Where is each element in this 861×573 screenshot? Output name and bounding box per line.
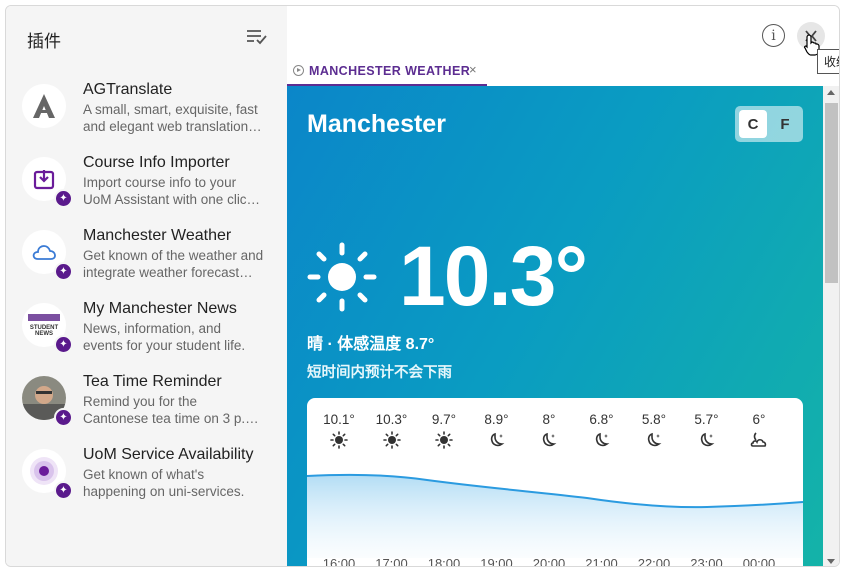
plugin-item[interactable]: ✦ Manchester Weather Get known of the weat… (6, 227, 287, 303)
plugin-description-line: Cantonese tea time on 3 p.… (83, 411, 259, 426)
plugin-window: 插件 AGTranslate A small, smart, exquisite,… (5, 5, 840, 567)
plugin-description: News, information, and events for your st… (83, 320, 273, 354)
hour-temperature: 5.7° (694, 412, 719, 427)
plugin-description-line: and elegant web translation… (83, 119, 262, 134)
sparkle-badge-icon: ✦ (54, 335, 73, 354)
hour-temperature: 10.1° (323, 412, 355, 427)
hour-time: 20:00 (532, 556, 566, 567)
unit-fahrenheit-button[interactable]: F (771, 110, 799, 138)
hour-temperature: 6° (752, 412, 766, 427)
sidebar-title: 插件 (27, 32, 61, 51)
hour-temperature: 10.3° (375, 412, 408, 427)
sparkle-badge-icon: ✦ (54, 262, 73, 281)
hour-time: 17:00 (375, 556, 408, 567)
hour-temperature: 9.7° (431, 412, 457, 427)
hour-temperature: 5.8° (641, 412, 667, 427)
sparkle-badge-icon: ✦ (54, 189, 73, 208)
hour-item: 5.8° 22:00 (628, 412, 680, 566)
hour-item: 8° 20:00 (523, 412, 575, 566)
plugin-description-line: UoM Assistant with one clic… (83, 192, 261, 207)
tab-close-icon[interactable]: × (469, 62, 477, 77)
moon-star-icon (681, 431, 733, 451)
plugin-description-line: Get known of what's (83, 467, 205, 482)
hour-time: 00:00 (742, 556, 776, 567)
letter-a-icon (22, 84, 66, 128)
plugin-name: Manchester Weather (83, 227, 232, 244)
hour-time: 21:00 (585, 556, 618, 567)
list-check-icon[interactable] (246, 28, 268, 46)
moon-star-icon (628, 431, 680, 451)
sparkle-badge-icon: ✦ (54, 481, 73, 500)
hour-time: 22:00 (637, 556, 671, 567)
hour-time: 19:00 (480, 556, 513, 567)
unit-celsius-button[interactable]: C (739, 110, 767, 138)
hour-temperature: 6.8° (589, 412, 614, 427)
sun-icon (366, 431, 418, 451)
plugin-item[interactable]: ✦ UoM Service Availability Get known of wh… (6, 446, 287, 522)
city-name: Manchester (307, 110, 446, 138)
current-temperature: 10.3° (399, 229, 588, 323)
plugin-description: Get known of what's happening on uni-serv… (83, 466, 273, 500)
rain-forecast-note: 短时间内预计不会下雨 (307, 365, 452, 381)
play-icon (293, 65, 304, 76)
hourly-forecast[interactable]: 10.1° 16:00 10.3° 17:00 9.7° 18:00 8.9° 19:00 8°… (307, 398, 803, 566)
plugin-description: Get known of the weather and integrate we… (83, 247, 273, 281)
plugin-name: My Manchester News (83, 300, 237, 317)
moon-star-icon (471, 431, 523, 451)
plugin-description: A small, smart, exquisite, fast and elega… (83, 101, 273, 135)
collapse-tooltip: 收缩 (817, 49, 839, 74)
sun-icon (307, 242, 377, 312)
plugin-sidebar: 插件 AGTranslate A small, smart, exquisite,… (6, 6, 287, 566)
plugin-name: Course Info Importer (83, 154, 230, 171)
hour-time: 18:00 (427, 556, 461, 567)
hour-item: 8.9° 19:00 (471, 412, 523, 566)
unit-toggle: C F (735, 106, 803, 142)
hour-item: 10.3° 17:00 (366, 412, 418, 566)
moon-star-icon (523, 431, 575, 451)
hour-item: 6° 00:00 (733, 412, 785, 566)
moon-cloud-icon (733, 431, 785, 451)
tab-label: MANCHESTER WEATHER (309, 64, 471, 78)
weather-card: Manchester C F 10.3° 晴 · 体感温度 8.7° 短时间内预… (287, 86, 823, 566)
plugin-description: Import course info to your UoM Assistant … (83, 174, 273, 208)
plugin-item[interactable]: ✦ Tea Time Reminder Remind you for the Cant… (6, 373, 287, 449)
scroll-up-icon[interactable] (827, 90, 835, 95)
plugin-item[interactable]: ✦ Course Info Importer Import course info … (6, 154, 287, 230)
plugin-description-line: happening on uni-services. (83, 484, 245, 499)
moon-star-icon (576, 431, 628, 451)
plugin-description-line: Import course info to your (83, 175, 237, 190)
plugin-description-line: Get known of the weather and (83, 248, 264, 263)
hour-item: 10.1° 16:00 (313, 412, 365, 566)
plugin-name: Tea Time Reminder (83, 373, 222, 390)
main-panel: i 收缩 MANCHESTER WEATHER × Manchester C F (287, 6, 839, 566)
plugin-description-line: Remind you for the (83, 394, 198, 409)
scroll-thumb[interactable] (825, 103, 838, 283)
hour-temperature: 8° (542, 412, 556, 427)
info-icon[interactable]: i (762, 24, 785, 47)
hour-time: 23:00 (690, 556, 723, 567)
svg-text:NEWS: NEWS (35, 331, 53, 337)
plugin-description-line: integrate weather forecast… (83, 265, 253, 280)
hour-item: 9.7° 18:00 (418, 412, 470, 566)
plugin-description: Remind you for the Cantonese tea time on … (83, 393, 273, 427)
sun-icon (313, 431, 365, 451)
tab-manchester-weather[interactable]: MANCHESTER WEATHER × (287, 56, 487, 86)
temperature-curve (307, 473, 803, 558)
scrollbar[interactable] (823, 86, 839, 566)
hour-item: 5.7° 23:00 (681, 412, 733, 566)
hour-temperature: 8.9° (484, 412, 509, 427)
plugin-item[interactable]: AGTranslate A small, smart, exquisite, fa… (6, 81, 287, 157)
sparkle-badge-icon: ✦ (54, 408, 73, 427)
scroll-down-icon[interactable] (827, 559, 835, 564)
plugin-name: UoM Service Availability (83, 446, 254, 463)
hour-item: 6.8° 21:00 (576, 412, 628, 566)
condition-text: 晴 · 体感温度 8.7° (307, 336, 435, 353)
plugin-description-line: News, information, and (83, 321, 222, 336)
plugin-description-line: events for your student life. (83, 338, 246, 353)
sun-icon (418, 431, 470, 451)
plugin-item[interactable]: STUDENT NEWS ✦ My Manchester News News, info… (6, 300, 287, 376)
plugin-name: AGTranslate (83, 81, 173, 98)
hour-time: 16:00 (322, 556, 356, 567)
plugin-description-line: A small, smart, exquisite, fast (83, 102, 258, 117)
